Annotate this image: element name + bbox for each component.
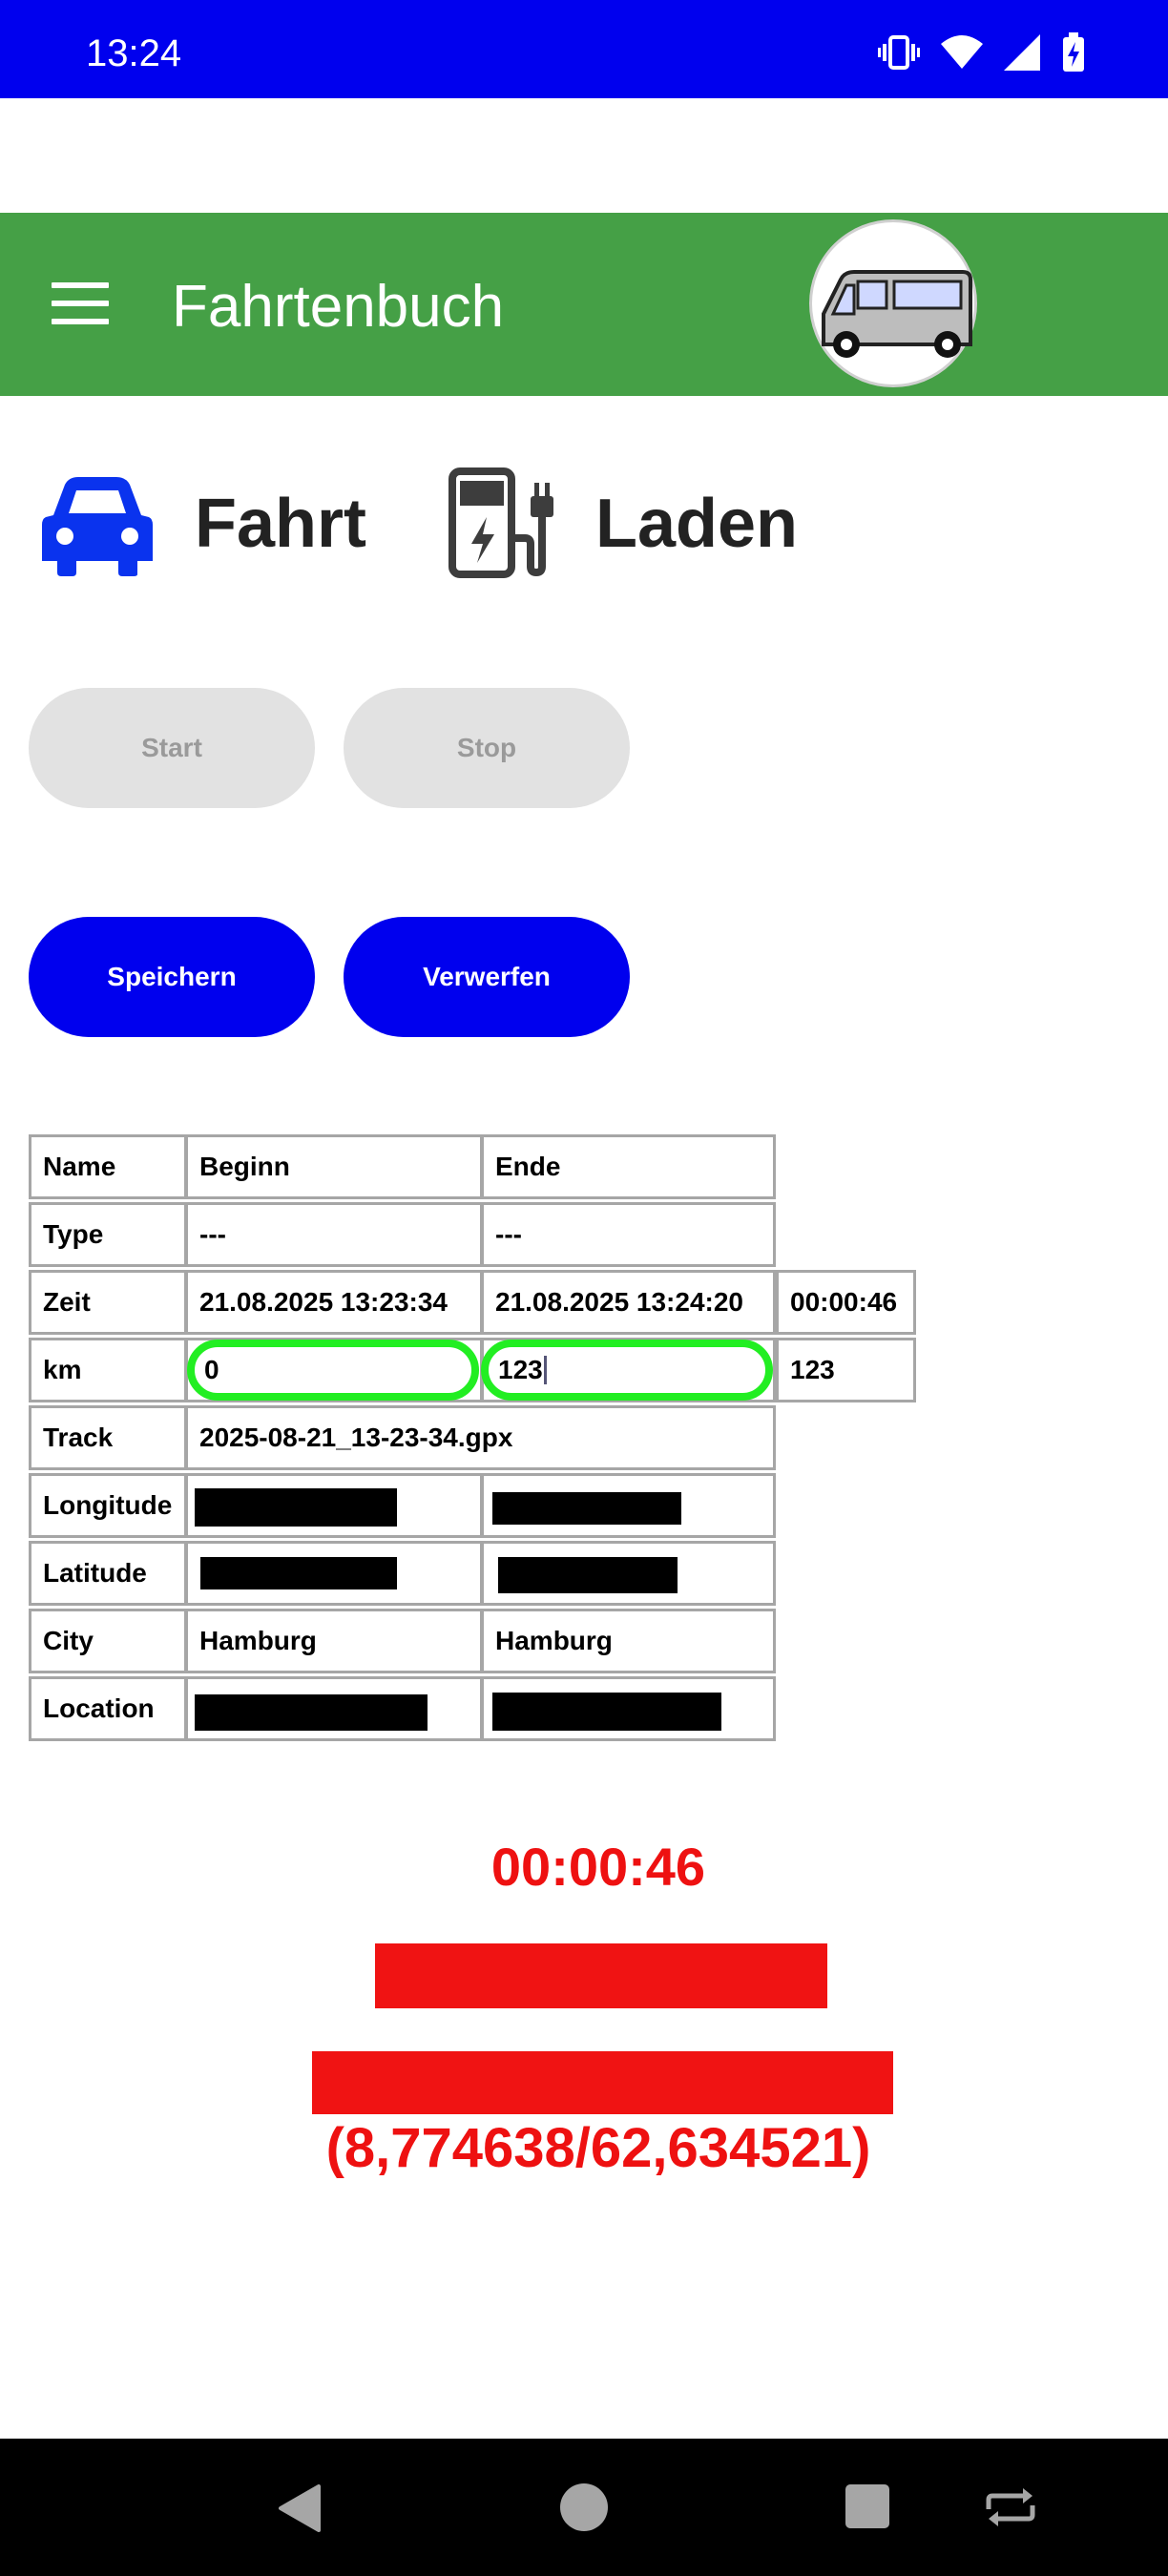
- redacted-block: [195, 1488, 397, 1527]
- latitude-label: Latitude: [29, 1541, 187, 1606]
- km-distance: 123: [776, 1338, 916, 1402]
- redacted-block: [492, 1693, 721, 1731]
- discard-button[interactable]: Verwerfen: [344, 917, 630, 1037]
- city-end: Hamburg: [481, 1609, 776, 1673]
- header-begin: Beginn: [185, 1134, 483, 1199]
- navigation-bar: [0, 2439, 1168, 2576]
- time-duration: 00:00:46: [776, 1270, 916, 1335]
- live-coordinates: (8,774638/62,634521): [325, 2117, 871, 2179]
- stop-button[interactable]: Stop: [344, 688, 630, 808]
- longitude-label: Longitude: [29, 1473, 187, 1538]
- type-end: ---: [481, 1202, 776, 1267]
- status-icons: [878, 32, 1086, 73]
- time-label: Zeit: [29, 1270, 187, 1335]
- app-title: Fahrtenbuch: [172, 274, 505, 340]
- redacted-block: [498, 1557, 678, 1593]
- type-begin: ---: [185, 1202, 483, 1267]
- time-end: 21.08.2025 13:24:20: [481, 1270, 776, 1335]
- header-name: Name: [29, 1134, 187, 1199]
- menu-icon[interactable]: [52, 282, 109, 324]
- rotate-icon[interactable]: [985, 2488, 1036, 2531]
- km-begin-value: 0: [204, 1355, 219, 1384]
- km-end-value: 123: [498, 1355, 543, 1384]
- start-button[interactable]: Start: [29, 688, 315, 808]
- status-time: 13:24: [86, 32, 182, 74]
- home-icon[interactable]: [559, 2483, 609, 2537]
- ev-charger-icon[interactable]: [447, 467, 561, 583]
- car-icon[interactable]: [42, 477, 153, 581]
- mode-charge-label[interactable]: Laden: [595, 485, 798, 563]
- recents-icon[interactable]: [845, 2484, 889, 2533]
- save-button[interactable]: Speichern: [29, 917, 315, 1037]
- track-label: Track: [29, 1405, 187, 1470]
- time-begin: 21.08.2025 13:23:34: [185, 1270, 483, 1335]
- redacted-block: [200, 1557, 397, 1589]
- back-icon[interactable]: [277, 2484, 321, 2537]
- km-label: km: [29, 1338, 187, 1402]
- city-begin: Hamburg: [185, 1609, 483, 1673]
- wifi-icon: [941, 34, 983, 71]
- km-end-input[interactable]: 123: [481, 1340, 773, 1401]
- signal-icon: [1004, 34, 1040, 71]
- text-cursor: [543, 1356, 547, 1384]
- redacted-bar: [312, 2051, 893, 2114]
- battery-charging-icon: [1061, 32, 1086, 73]
- vibrate-icon: [878, 33, 920, 72]
- location-label: Location: [29, 1676, 187, 1741]
- redacted-block: [492, 1492, 681, 1525]
- km-begin-input[interactable]: 0: [187, 1340, 479, 1401]
- mode-drive-label[interactable]: Fahrt: [195, 485, 366, 563]
- type-label: Type: [29, 1202, 187, 1267]
- redacted-block: [195, 1694, 428, 1731]
- city-label: City: [29, 1609, 187, 1673]
- track-value: 2025-08-21_13-23-34.gpx: [185, 1405, 776, 1470]
- redacted-bar: [375, 1943, 827, 2008]
- live-timer: 00:00:46: [490, 1837, 706, 1897]
- status-bar: 13:24: [0, 0, 1168, 98]
- app-logo: [809, 219, 977, 387]
- header-end: Ende: [481, 1134, 776, 1199]
- van-logo-icon: [822, 270, 972, 358]
